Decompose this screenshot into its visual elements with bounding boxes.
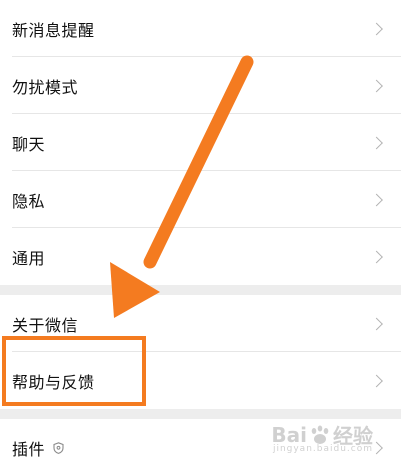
settings-item-about-wechat[interactable]: 关于微信 — [0, 295, 401, 352]
settings-item-help-and-feedback[interactable]: 帮助与反馈 — [0, 352, 401, 409]
settings-screen: 新消息提醒 勿扰模式 聊天 隐私 通用 关于微信 帮助与反馈 插件 Bai 经验… — [0, 0, 401, 469]
chevron-right-icon — [370, 441, 383, 454]
settings-item-general[interactable]: 通用 — [0, 228, 401, 285]
settings-item-new-message-notification[interactable]: 新消息提醒 — [0, 0, 401, 57]
settings-item-plugins[interactable]: 插件 — [0, 419, 401, 469]
chevron-right-icon — [370, 250, 383, 263]
settings-item-label: 通用 — [12, 248, 46, 268]
settings-item-chat[interactable]: 聊天 — [0, 114, 401, 171]
chevron-right-icon — [370, 374, 383, 387]
section-gap — [0, 285, 401, 295]
settings-item-do-not-disturb[interactable]: 勿扰模式 — [0, 57, 401, 114]
settings-item-label: 帮助与反馈 — [12, 372, 95, 392]
settings-item-label: 聊天 — [12, 134, 46, 154]
chevron-right-icon — [370, 79, 383, 92]
settings-item-label: 勿扰模式 — [12, 77, 79, 97]
settings-item-label: 关于微信 — [12, 315, 79, 335]
settings-group-3: 插件 — [0, 419, 401, 469]
chevron-right-icon — [370, 193, 383, 206]
settings-group-1: 新消息提醒 勿扰模式 聊天 隐私 通用 — [0, 0, 401, 285]
shield-icon — [53, 441, 64, 454]
section-gap — [0, 409, 401, 419]
settings-item-label: 新消息提醒 — [12, 20, 95, 40]
chevron-right-icon — [370, 317, 383, 330]
chevron-right-icon — [370, 136, 383, 149]
settings-item-label: 插件 — [12, 439, 46, 459]
settings-group-2: 关于微信 帮助与反馈 — [0, 295, 401, 409]
settings-item-privacy[interactable]: 隐私 — [0, 171, 401, 228]
settings-item-label: 隐私 — [12, 191, 46, 211]
chevron-right-icon — [370, 22, 383, 35]
